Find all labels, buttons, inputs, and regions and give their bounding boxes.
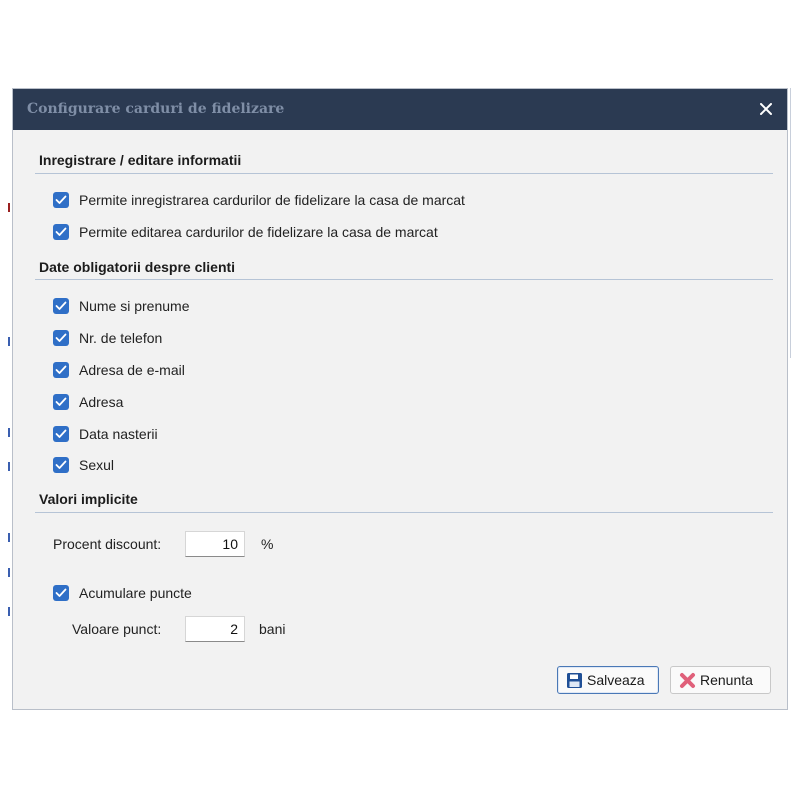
checkbox-checked-icon[interactable] <box>53 298 69 314</box>
checkbox-checked-icon[interactable] <box>53 394 69 410</box>
dialog-title: Configurare carduri de fidelizare <box>27 101 285 117</box>
checkbox-phone[interactable]: Nr. de telefon <box>53 328 162 348</box>
close-button[interactable] <box>753 96 779 122</box>
checkbox-allow-registration[interactable]: Permite inregistrarea cardurilor de fide… <box>53 190 465 210</box>
background-marker <box>8 462 10 471</box>
cancel-x-icon <box>679 672 696 689</box>
checkbox-label: Acumulare puncte <box>79 585 192 601</box>
checkbox-checked-icon[interactable] <box>53 426 69 442</box>
checkbox-label: Permite editarea cardurilor de fidelizar… <box>79 224 438 240</box>
point-value-label: Valoare punct: <box>72 621 162 637</box>
section-divider <box>35 512 773 513</box>
checkbox-email[interactable]: Adresa de e-mail <box>53 360 185 380</box>
background-marker <box>8 568 10 577</box>
checkbox-birth-date[interactable]: Data nasterii <box>53 424 158 444</box>
cancel-button[interactable]: Renunta <box>670 666 771 694</box>
checkbox-checked-icon[interactable] <box>53 224 69 240</box>
checkbox-label: Nr. de telefon <box>79 330 163 346</box>
background-window-edge <box>790 88 791 358</box>
cancel-button-label: Renunta <box>700 672 753 688</box>
point-value-input[interactable] <box>185 616 245 642</box>
background-marker <box>8 203 10 212</box>
close-icon <box>760 103 772 115</box>
checkbox-full-name[interactable]: Nume si prenume <box>53 296 190 316</box>
checkbox-checked-icon[interactable] <box>53 362 69 378</box>
checkbox-label: Adresa <box>79 394 124 410</box>
dialog-titlebar: Configurare carduri de fidelizare <box>13 89 787 130</box>
checkbox-checked-icon[interactable] <box>53 330 69 346</box>
save-icon <box>566 672 583 689</box>
section-title-required-data: Date obligatorii despre clienti <box>39 259 236 275</box>
discount-label: Procent discount: <box>53 536 162 552</box>
checkbox-checked-icon[interactable] <box>53 585 69 601</box>
checkbox-checked-icon[interactable] <box>53 457 69 473</box>
checkbox-address[interactable]: Adresa <box>53 392 123 412</box>
checkbox-label: Data nasterii <box>79 426 158 442</box>
save-button-label: Salveaza <box>587 672 645 688</box>
discount-input[interactable] <box>185 531 245 557</box>
checkbox-label: Sexul <box>79 457 115 473</box>
checkbox-gender[interactable]: Sexul <box>53 455 114 475</box>
checkbox-label: Permite inregistrarea cardurilor de fide… <box>79 192 465 208</box>
background-marker <box>8 607 10 616</box>
section-divider <box>35 173 773 174</box>
section-title-defaults: Valori implicite <box>39 491 138 507</box>
point-value-unit: bani <box>259 621 286 637</box>
section-divider <box>35 279 773 280</box>
checkbox-checked-icon[interactable] <box>53 192 69 208</box>
checkbox-label: Nume si prenume <box>79 298 190 314</box>
checkbox-label: Adresa de e-mail <box>79 362 185 378</box>
loyalty-cards-dialog: Configurare carduri de fidelizare Inregi… <box>12 88 788 710</box>
background-marker <box>8 428 10 437</box>
background-marker <box>8 337 10 346</box>
discount-unit: % <box>261 536 274 552</box>
section-title-registration: Inregistrare / editare informatii <box>39 152 242 168</box>
background-marker <box>8 533 10 542</box>
checkbox-allow-editing[interactable]: Permite editarea cardurilor de fidelizar… <box>53 222 438 242</box>
save-button[interactable]: Salveaza <box>557 666 659 694</box>
checkbox-accumulate-points[interactable]: Acumulare puncte <box>53 583 192 603</box>
